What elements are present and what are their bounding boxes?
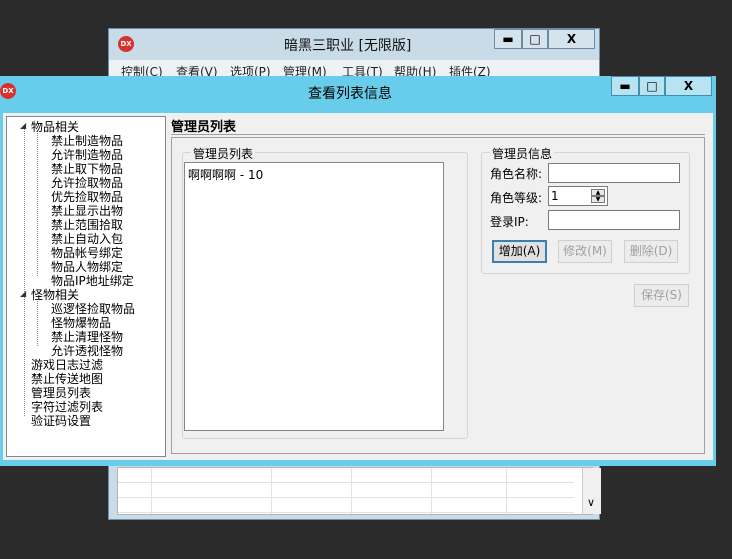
tree-connector (37, 131, 38, 276)
list-item[interactable]: 啊啊啊啊 - 10 (188, 166, 263, 183)
tree-item[interactable]: 优先捡取物品 (51, 190, 123, 204)
grid-column-divider (506, 468, 507, 514)
tree-item[interactable]: 巡逻怪捡取物品 (51, 302, 135, 316)
tree-item-captcha-settings[interactable]: 验证码设置 (31, 414, 91, 428)
tree-item[interactable]: 物品IP地址绑定 (51, 274, 134, 288)
dialog-titlebar[interactable]: DX 查看列表信息 ▬ □ X (0, 76, 716, 106)
main-grid[interactable]: ∨ (117, 467, 601, 515)
main-window-titlebar[interactable]: DX 暗黑三职业 [无限版] ▬ □ X (109, 29, 599, 59)
app-logo-icon: DX (118, 36, 134, 52)
delete-button[interactable]: 删除(D) (624, 240, 678, 263)
spin-up-icon[interactable]: ▲ (591, 189, 605, 196)
role-level-stepper[interactable]: 1 ▲ ▼ (548, 186, 608, 206)
tree-item[interactable]: 禁止清理怪物 (51, 330, 123, 344)
admin-listbox[interactable]: 啊啊啊啊 - 10 (184, 162, 444, 431)
dialog-minimize-button[interactable]: ▬ (611, 76, 639, 96)
role-name-input[interactable] (548, 163, 680, 183)
save-button[interactable]: 保存(S) (634, 284, 689, 307)
panel-heading: 管理员列表 (171, 120, 237, 135)
add-button[interactable]: 增加(A) (492, 240, 547, 263)
admin-info-group: 管理员信息 角色名称: 角色等级: 1 ▲ ▼ 登录IP: 增加(A) 修改(M (481, 145, 690, 274)
heading-divider (171, 134, 705, 135)
tree-group-monsters[interactable]: 怪物相关 (31, 288, 79, 302)
main-minimize-button[interactable]: ▬ (494, 29, 522, 49)
tree-item-game-log-filter[interactable]: 游戏日志过滤 (31, 358, 103, 372)
expand-toggle-icon[interactable]: ◢ (20, 121, 26, 130)
grid-column-divider (351, 468, 352, 514)
tree-item[interactable]: 允许透视怪物 (51, 344, 123, 358)
tree-item[interactable]: 允许制造物品 (51, 148, 123, 162)
chevron-down-icon[interactable]: ∨ (587, 496, 595, 509)
login-ip-label: 登录IP: (490, 215, 529, 229)
dialog-maximize-button[interactable]: □ (639, 76, 665, 96)
dialog-client-area: ◢ 物品相关 禁止制造物品 允许制造物品 禁止取下物品 允许捡取物品 优先捡取物… (3, 113, 713, 460)
view-list-dialog: DX 查看列表信息 ▬ □ X ◢ 物品相关 禁止制造物品 允许制造物品 禁止取… (0, 76, 716, 466)
main-maximize-button[interactable]: □ (522, 29, 548, 49)
tree-group-items[interactable]: 物品相关 (31, 120, 79, 134)
admin-info-group-title: 管理员信息 (490, 145, 555, 162)
main-window-title: 暗黑三职业 [无限版] (284, 38, 412, 54)
grid-column-divider (271, 468, 272, 514)
tree-connector (24, 129, 25, 416)
tree-item[interactable]: 物品人物绑定 (51, 260, 123, 274)
role-name-label: 角色名称: (490, 167, 543, 181)
tree-item[interactable]: 禁止自动入包 (51, 232, 123, 246)
spin-down-icon[interactable]: ▼ (591, 196, 605, 203)
tree-item-admin-list[interactable]: 管理员列表 (31, 386, 91, 400)
dialog-close-button[interactable]: X (665, 76, 712, 96)
main-close-button[interactable]: X (548, 29, 595, 49)
role-level-value: 1 (551, 189, 559, 203)
grid-scrollbar[interactable]: ∨ (582, 468, 601, 514)
tree-connector (37, 299, 38, 346)
role-level-label: 角色等级: (490, 191, 543, 205)
login-ip-input[interactable] (548, 210, 680, 230)
tree-item-teleport-ban[interactable]: 禁止传送地图 (31, 372, 103, 386)
grid-column-divider (151, 468, 152, 514)
edit-button[interactable]: 修改(M) (558, 240, 612, 263)
tree-item[interactable]: 怪物爆物品 (51, 316, 111, 330)
tree-item[interactable]: 物品帐号绑定 (51, 246, 123, 260)
stepper-buttons[interactable]: ▲ ▼ (591, 189, 605, 205)
category-tree[interactable]: ◢ 物品相关 禁止制造物品 允许制造物品 禁止取下物品 允许捡取物品 优先捡取物… (6, 116, 166, 457)
admin-list-group-title: 管理员列表 (191, 145, 256, 162)
admin-panel: 管理员列表 管理员列表 啊啊啊啊 - 10 管理员信息 角色名称: 角色等级: … (171, 116, 710, 457)
tree-item[interactable]: 禁止显示出物 (51, 204, 123, 218)
tree-item[interactable]: 禁止范围拾取 (51, 218, 123, 232)
tree-item[interactable]: 允许捡取物品 (51, 176, 123, 190)
tree-item-word-filter[interactable]: 字符过滤列表 (31, 400, 103, 414)
dialog-logo-icon: DX (0, 83, 16, 99)
expand-toggle-icon[interactable]: ◢ (20, 289, 26, 298)
tree-item[interactable]: 禁止制造物品 (51, 134, 123, 148)
dialog-title: 查看列表信息 (308, 86, 392, 102)
panel-frame: 管理员列表 啊啊啊啊 - 10 管理员信息 角色名称: 角色等级: 1 ▲ ▼ (171, 137, 705, 454)
grid-column-divider (431, 468, 432, 514)
tree-item[interactable]: 禁止取下物品 (51, 162, 123, 176)
